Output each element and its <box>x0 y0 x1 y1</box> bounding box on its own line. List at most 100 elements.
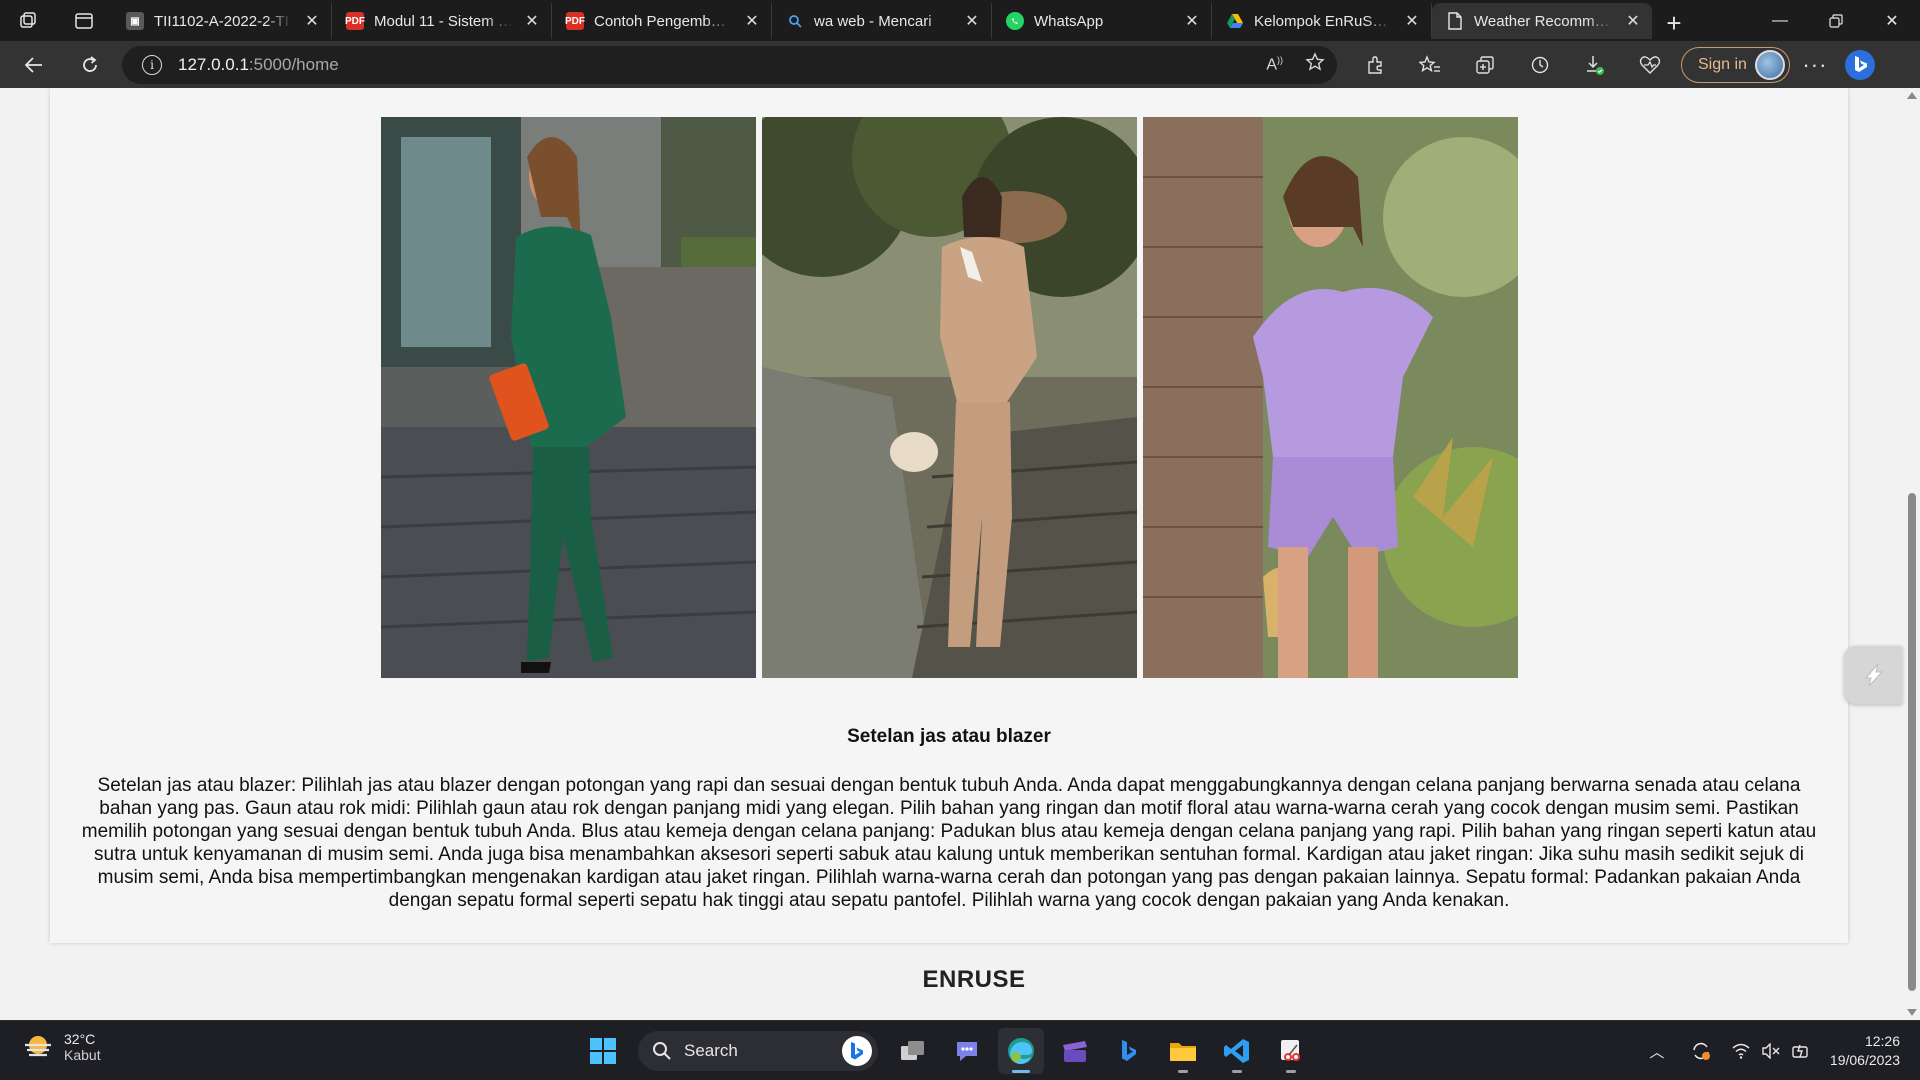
page-viewport: Setelan jas atau blazer Setelan jas atau… <box>0 88 1920 1020</box>
search-icon <box>653 1042 671 1060</box>
page-scrollbar[interactable] <box>1904 88 1920 1020</box>
search-icon <box>786 12 804 30</box>
windows-taskbar: 32°C Kabut Search ︿ 12:26 19/06/2023 <box>0 1020 1920 1080</box>
sign-in-label: Sign in <box>1698 55 1747 73</box>
close-icon[interactable]: ✕ <box>963 12 981 30</box>
weather-widget[interactable]: 32°C Kabut <box>22 1031 101 1063</box>
teams-chat-icon[interactable] <box>944 1028 990 1074</box>
outfit-description: Setelan jas atau blazer: Pilihlah jas at… <box>81 775 1817 911</box>
address-toolbar: i 127.0.0.1:5000/home A)) Sign in ··· <box>0 41 1920 88</box>
lightning-icon <box>1864 663 1884 687</box>
tab-weather-recommendation[interactable]: Weather Recommendation ✕ <box>1432 3 1652 39</box>
downloads-icon[interactable] <box>1567 45 1622 85</box>
system-tray: ︿ 12:26 19/06/2023 <box>1642 1021 1920 1080</box>
outfit-title: Setelan jas atau blazer <box>847 726 1051 747</box>
refresh-button[interactable] <box>70 47 110 83</box>
tab-title: Kelompok EnRuSe - Google Drive <box>1254 12 1393 30</box>
browser-essentials-icon[interactable] <box>1622 45 1677 85</box>
tab-title: Contoh Pengembangan <box>594 12 733 30</box>
outfit-photo-beige-suit <box>762 117 1137 678</box>
bing-icon <box>842 1036 872 1066</box>
back-button[interactable] <box>14 47 54 83</box>
tab-tii1102[interactable]: ▣ TII1102-A-2022-2-TI ✕ <box>112 3 332 39</box>
tab-title: WhatsApp <box>1034 12 1104 30</box>
weather-temperature: 32°C <box>64 1031 96 1047</box>
tab-title: Modul 11 - Sistem Pakar <box>374 12 513 30</box>
bing-copilot-icon[interactable] <box>1840 45 1880 85</box>
tab-whatsapp[interactable]: WhatsApp ✕ <box>992 3 1212 39</box>
close-window-icon[interactable]: ✕ <box>1864 0 1920 41</box>
taskbar-apps: Search <box>580 1028 1314 1074</box>
outfit-gallery <box>381 117 1518 678</box>
close-icon[interactable]: ✕ <box>303 12 321 30</box>
recommendation-card: Setelan jas atau blazer Setelan jas atau… <box>50 88 1848 943</box>
sync-status-icon[interactable] <box>1686 1041 1716 1061</box>
tab-modul-11[interactable]: PDF Modul 11 - Sistem Pakar ✕ <box>332 3 552 39</box>
pdf-icon: PDF <box>345 12 365 30</box>
snipping-tool-icon[interactable] <box>1268 1028 1314 1074</box>
tab-google-drive[interactable]: Kelompok EnRuSe - Google Drive ✕ <box>1212 3 1432 39</box>
tab-title: Weather Recommendation <box>1474 12 1614 30</box>
clock[interactable]: 12:26 19/06/2023 <box>1830 1032 1900 1070</box>
url-host: 127.0.0.1 <box>178 54 249 74</box>
tab-wa-web-search[interactable]: wa web - Mencari ✕ <box>772 3 992 39</box>
weather-description: Kabut <box>64 1047 101 1063</box>
close-icon[interactable]: ✕ <box>1183 12 1201 30</box>
clock-date: 19/06/2023 <box>1829 1052 1900 1068</box>
outfit-photo-green-suit <box>381 117 756 678</box>
favorite-star-icon[interactable] <box>1305 52 1325 77</box>
hazy-sun-icon <box>22 1033 54 1061</box>
favorites-icon[interactable] <box>1402 45 1457 85</box>
site-info-icon[interactable]: i <box>142 54 162 75</box>
file-explorer-icon[interactable] <box>1160 1028 1206 1074</box>
avatar <box>1754 49 1785 80</box>
edge-browser-icon[interactable] <box>998 1028 1044 1074</box>
tab-title: wa web - Mencari <box>814 12 932 30</box>
volume-muted-icon[interactable] <box>1756 1043 1786 1059</box>
tab-contoh-pengembangan[interactable]: PDF Contoh Pengembangan ✕ <box>552 3 772 39</box>
scrollbar-thumb[interactable] <box>1908 493 1916 991</box>
clock-time: 12:26 <box>1864 1033 1900 1049</box>
tab-title: TII1102-A-2022-2-TI <box>154 12 289 30</box>
scroll-down-icon[interactable] <box>1907 1009 1917 1016</box>
new-tab-button[interactable]: + <box>1652 5 1696 41</box>
restore-icon[interactable] <box>1808 0 1864 41</box>
footer-brand: ENRUSE <box>922 966 1026 993</box>
page-icon <box>1446 12 1464 30</box>
sidebar-toggle-button[interactable] <box>1844 646 1902 704</box>
pdf-icon: PDF <box>565 12 585 30</box>
extensions-icon[interactable] <box>1347 45 1402 85</box>
outfit-photo-lilac-romper <box>1143 117 1518 678</box>
workspaces-icon[interactable] <box>0 0 56 41</box>
vscode-icon[interactable] <box>1214 1028 1260 1074</box>
wifi-icon[interactable] <box>1726 1043 1756 1059</box>
doc-icon: ▣ <box>126 12 144 30</box>
toolbar-icons <box>1347 45 1677 85</box>
battery-charging-icon[interactable] <box>1786 1042 1816 1060</box>
history-icon[interactable] <box>1512 45 1567 85</box>
taskbar-search[interactable]: Search <box>638 1031 878 1071</box>
start-button[interactable] <box>580 1028 626 1074</box>
collections-icon[interactable] <box>1457 45 1512 85</box>
close-icon[interactable]: ✕ <box>1624 12 1642 30</box>
whatsapp-icon <box>1006 12 1024 30</box>
minimize-icon[interactable]: — <box>1752 0 1808 41</box>
search-label: Search <box>684 1041 738 1060</box>
sign-in-button[interactable]: Sign in <box>1681 46 1790 83</box>
read-aloud-icon[interactable]: A)) <box>1266 55 1283 74</box>
close-icon[interactable]: ✕ <box>743 12 761 30</box>
scroll-up-icon[interactable] <box>1907 92 1917 99</box>
more-options-icon[interactable]: ··· <box>1790 45 1840 85</box>
window-controls: — ✕ <box>1752 0 1920 41</box>
url-path: :5000/home <box>248 54 339 74</box>
drive-icon <box>1226 12 1244 30</box>
chevron-up-icon[interactable]: ︿ <box>1642 1041 1672 1062</box>
close-icon[interactable]: ✕ <box>1403 12 1421 30</box>
clipchamp-icon[interactable] <box>1052 1028 1098 1074</box>
bing-app-icon[interactable] <box>1106 1028 1152 1074</box>
address-bar[interactable]: i 127.0.0.1:5000/home A)) <box>122 45 1337 84</box>
task-view-icon[interactable] <box>890 1028 936 1074</box>
address-bar-actions: A)) <box>1266 46 1325 84</box>
tab-actions-icon[interactable] <box>56 0 112 41</box>
close-icon[interactable]: ✕ <box>523 12 541 30</box>
